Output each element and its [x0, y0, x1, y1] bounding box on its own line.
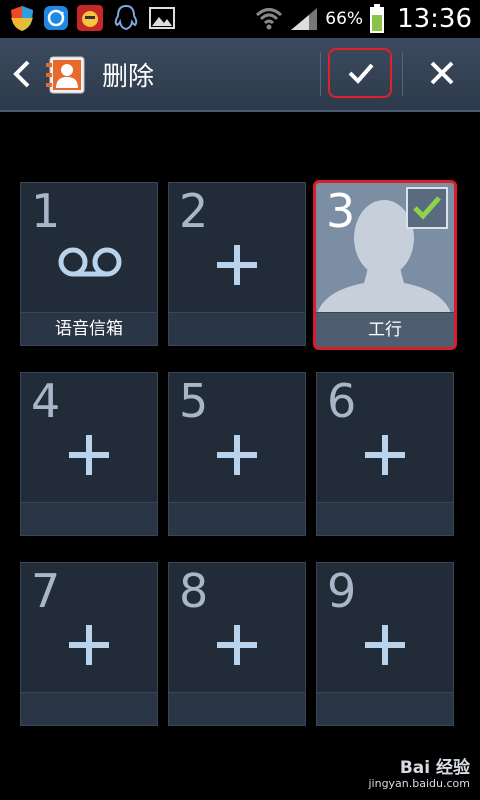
app-icon — [77, 5, 103, 31]
page-title: 删除 — [102, 62, 155, 92]
wifi-icon — [256, 8, 283, 30]
plus-icon — [217, 435, 257, 475]
shield-icon — [11, 6, 33, 31]
plus-icon — [69, 625, 109, 665]
divider — [320, 52, 321, 96]
tile-number: 1 — [31, 184, 61, 238]
tile-label: 工行 — [368, 320, 402, 340]
watermark-url: jingyan.baidu.com — [368, 777, 470, 790]
checkmark-icon — [348, 63, 374, 84]
tile-footer — [169, 502, 305, 535]
plus-icon — [365, 435, 405, 475]
plus-icon — [69, 435, 109, 475]
tile-footer — [21, 502, 157, 535]
confirm-button[interactable] — [328, 48, 392, 98]
signal-icon — [291, 8, 318, 30]
tile-footer — [317, 692, 453, 725]
divider — [402, 52, 403, 96]
speed-dial-tile-4[interactable]: 4 — [20, 372, 158, 536]
speed-dial-tile-6[interactable]: 6 — [316, 372, 454, 536]
tile-number: 7 — [31, 564, 61, 618]
cancel-button[interactable] — [412, 48, 472, 98]
speed-dial-tile-3[interactable]: 3 工行 — [313, 180, 457, 350]
tile-footer — [169, 312, 305, 345]
clock: 13:36 — [397, 4, 472, 34]
status-bar: 66% 13:36 — [0, 0, 480, 38]
watermark-logo: Bai 经验 — [399, 758, 470, 778]
tile-number: 8 — [179, 564, 209, 618]
speed-dial-tile-1[interactable]: 1 语音信箱 — [20, 182, 158, 346]
battery-percent: 66% — [325, 9, 364, 29]
speed-dial-tile-2[interactable]: 2 — [168, 182, 306, 346]
tile-footer — [317, 502, 453, 535]
tile-number: 3 — [326, 184, 356, 238]
checkmark-icon — [413, 196, 441, 220]
watermark: Bai 经验 jingyan.baidu.com — [368, 760, 470, 792]
voicemail-icon — [58, 247, 122, 277]
battery-icon — [370, 4, 385, 33]
gallery-icon — [149, 7, 175, 29]
contacts-icon — [46, 56, 85, 94]
speed-dial-tile-7[interactable]: 7 — [20, 562, 158, 726]
tile-number: 4 — [31, 374, 61, 428]
speed-dial-tile-8[interactable]: 8 — [168, 562, 306, 726]
speed-dial-tile-9[interactable]: 9 — [316, 562, 454, 726]
close-icon — [430, 61, 454, 85]
checkbox[interactable] — [406, 187, 448, 229]
sync-icon — [44, 6, 68, 30]
tile-number: 2 — [179, 184, 209, 238]
qq-icon — [114, 4, 138, 31]
tile-footer — [169, 692, 305, 725]
tile-number: 9 — [327, 564, 357, 618]
plus-icon — [217, 625, 257, 665]
tile-footer — [21, 692, 157, 725]
plus-icon — [365, 625, 405, 665]
tile-number: 5 — [179, 374, 209, 428]
back-chevron-icon[interactable] — [10, 58, 34, 90]
plus-icon — [217, 245, 257, 285]
tile-label: 语音信箱 — [55, 319, 123, 339]
tile-number: 6 — [327, 374, 357, 428]
action-bar: 删除 — [0, 38, 480, 112]
speed-dial-tile-5[interactable]: 5 — [168, 372, 306, 536]
